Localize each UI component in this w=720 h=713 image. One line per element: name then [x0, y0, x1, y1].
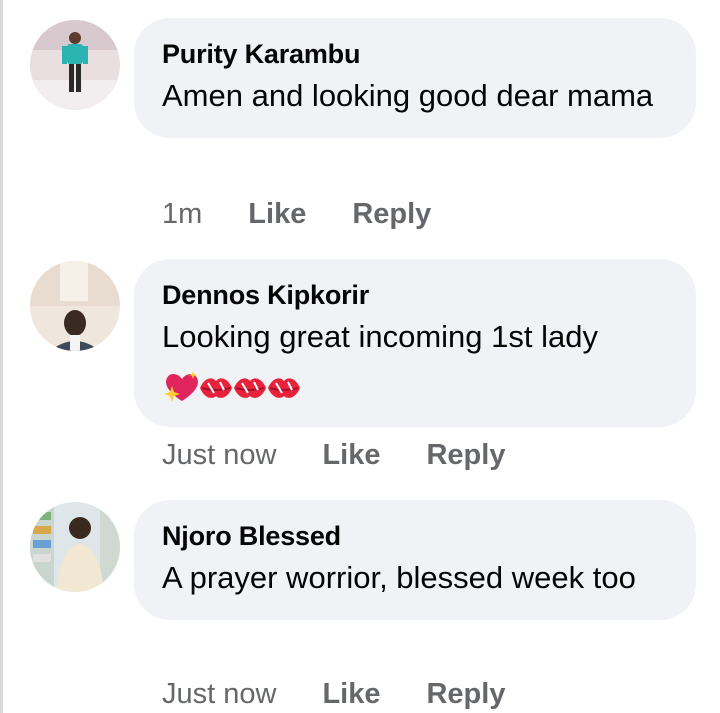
comment-text: Looking great incoming 1st lady: [162, 315, 668, 407]
avatar[interactable]: [30, 20, 120, 110]
emoji-group: [162, 363, 304, 407]
comments-panel: Purity Karambu Amen and looking good dea…: [0, 0, 720, 713]
comment-timestamp[interactable]: Just now: [162, 437, 276, 473]
kiss-mark-emoji: [268, 378, 300, 398]
comment-text-body: Looking great incoming 1st lady: [162, 319, 598, 354]
avatar[interactable]: [30, 502, 120, 592]
commenter-name[interactable]: Dennos Kipkorir: [162, 277, 668, 313]
reply-button[interactable]: Reply: [352, 196, 431, 232]
comment-timestamp[interactable]: Just now: [162, 676, 276, 712]
avatar-photo: [30, 20, 120, 110]
reply-button[interactable]: Reply: [426, 676, 505, 712]
comment-bubble: Njoro Blessed A prayer worrior, blessed …: [134, 500, 696, 620]
comment-text: Amen and looking good dear mama: [162, 78, 654, 113]
like-button[interactable]: Like: [322, 437, 380, 473]
avatar[interactable]: [30, 261, 120, 351]
comment-actions: Just now Like Reply: [162, 676, 551, 712]
avatar-photo: [30, 502, 120, 592]
like-button[interactable]: Like: [248, 196, 306, 232]
avatar-photo: [30, 261, 120, 351]
reply-button[interactable]: Reply: [426, 437, 505, 473]
comment-actions: 1m Like Reply: [162, 196, 477, 232]
comment-actions: Just now Like Reply: [162, 437, 551, 473]
comment-timestamp[interactable]: 1m: [162, 196, 202, 232]
comment-bubble: Dennos Kipkorir Looking great incoming 1…: [134, 259, 696, 427]
commenter-name[interactable]: Purity Karambu: [162, 36, 668, 72]
commenter-name[interactable]: Njoro Blessed: [162, 518, 668, 554]
comment-text: A prayer worrior, blessed week too: [162, 560, 636, 595]
like-button[interactable]: Like: [322, 676, 380, 712]
comment-bubble: Purity Karambu Amen and looking good dea…: [134, 18, 696, 138]
